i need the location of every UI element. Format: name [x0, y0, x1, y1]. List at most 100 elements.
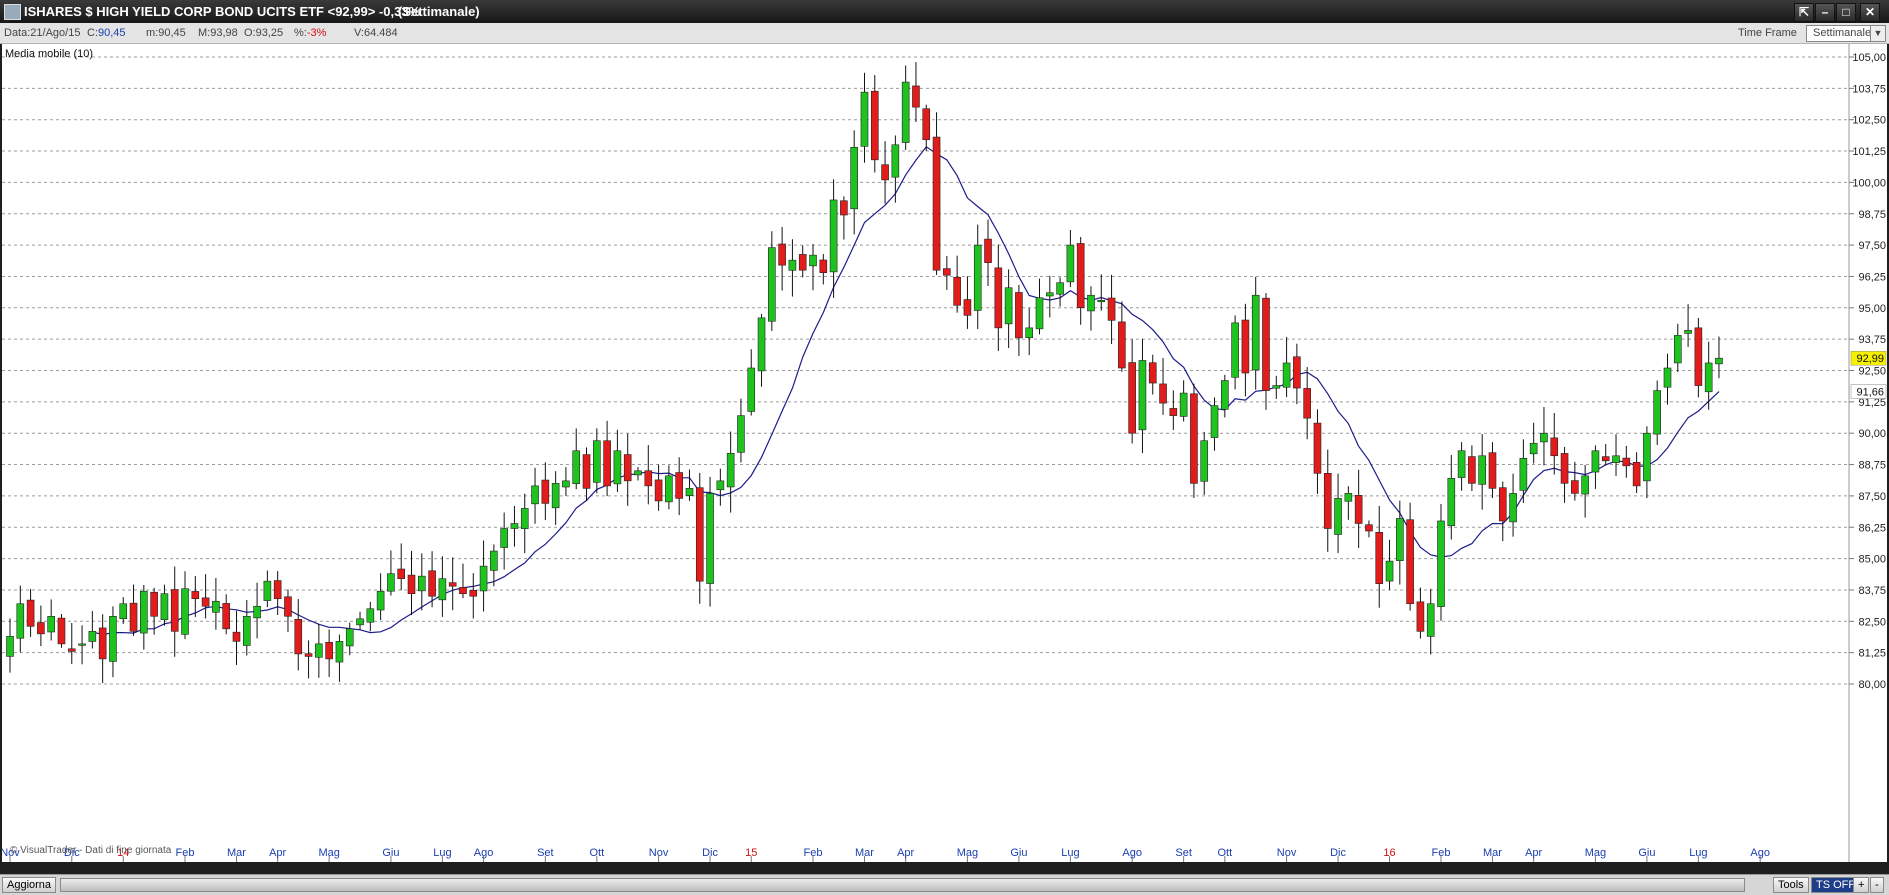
candle: [304, 640, 313, 679]
time-tick-label: Giu: [382, 847, 399, 859]
candle: [973, 224, 982, 330]
candle: [284, 589, 292, 632]
candle: [1025, 308, 1034, 356]
time-tick-label: Mag: [318, 847, 339, 859]
time-tick-label: Feb: [1432, 847, 1451, 859]
candle-body-down: [428, 570, 436, 597]
time-tick-label: 16: [1383, 847, 1395, 859]
candle-body-down: [1365, 524, 1373, 532]
candle-body-up: [1045, 292, 1054, 297]
window-timeframe: (Settimanale): [398, 4, 480, 19]
time-tick-label: Mar: [1483, 847, 1502, 859]
candle: [520, 493, 529, 554]
candle-body-up: [1087, 294, 1095, 312]
max-value: 93,98: [210, 27, 238, 39]
candle-body-down: [1293, 356, 1301, 389]
chevron-down-icon[interactable]: ▼: [1870, 26, 1885, 41]
candle-body-up: [1179, 392, 1188, 417]
candle-body-down: [675, 472, 683, 499]
price-tick-label: 85,00: [1858, 554, 1886, 566]
candle: [881, 141, 889, 204]
candle-body-down: [273, 580, 282, 600]
candle-body-up: [1035, 297, 1044, 330]
time-tick-label: Mag: [1585, 847, 1606, 859]
candle: [191, 576, 200, 618]
candle-body-up: [613, 450, 622, 485]
candle: [870, 75, 879, 173]
candle: [181, 571, 189, 640]
candle-body-up: [1509, 493, 1517, 523]
time-tick-label: Dic: [702, 847, 718, 859]
close-icon[interactable]: ✕: [1860, 3, 1880, 22]
zoom-in-button[interactable]: +: [1853, 877, 1870, 893]
tools-button[interactable]: Tools: [1773, 877, 1809, 893]
candle-body-down: [1128, 362, 1136, 434]
chart-area[interactable]: 80,00 81,25 82,50 83,75 85,00 86,25 87,50 88,75…: [2, 44, 1887, 862]
min-label: m:: [146, 27, 159, 39]
candle-body-down: [695, 487, 704, 582]
candle: [1529, 422, 1538, 464]
volume-label: V:: [354, 27, 364, 39]
candle: [201, 574, 210, 619]
candle: [860, 72, 869, 163]
maximize-icon[interactable]: □: [1836, 3, 1856, 22]
candle: [109, 606, 117, 678]
candle: [1138, 338, 1147, 454]
candle-body-down: [881, 164, 889, 181]
minimize-icon[interactable]: –: [1815, 3, 1835, 22]
scrollbar-thumb[interactable]: [61, 879, 1744, 891]
price-tick-label: 103,75: [1852, 83, 1886, 95]
candle-body-down: [191, 591, 200, 600]
pct-value: -3%: [306, 27, 327, 39]
candle: [912, 62, 920, 122]
candle: [654, 464, 663, 511]
candle: [407, 550, 416, 616]
candle: [943, 256, 951, 290]
candle-body-up: [551, 483, 560, 509]
time-tick-label: Giu: [1638, 847, 1655, 859]
watermark: © VisualTrader - Dati di fine giornata: [10, 845, 172, 856]
time-tick-label: Dic: [1330, 847, 1346, 859]
time-frame-select[interactable]: Settimanale ▼: [1806, 25, 1886, 42]
candle: [1385, 539, 1394, 590]
candle: [1087, 286, 1095, 331]
candle-body-down: [1571, 480, 1579, 494]
status-bar: Aggiorna Tools TS OFF + -: [0, 874, 1889, 895]
candle: [438, 556, 447, 617]
candle: [932, 112, 941, 275]
zoom-out-button[interactable]: -: [1870, 877, 1884, 893]
candle: [98, 614, 107, 684]
candle-body-up: [6, 636, 14, 657]
candle: [1200, 431, 1209, 495]
candle-body-up: [572, 450, 581, 484]
pin-icon[interactable]: ⇱: [1794, 3, 1814, 22]
candle: [1396, 500, 1404, 585]
candle-body-up: [16, 603, 25, 639]
candle-body-down: [1498, 487, 1507, 522]
candle-body-down: [304, 653, 313, 657]
time-frame-value: Settimanale: [1813, 27, 1872, 39]
candle: [1272, 375, 1281, 399]
candle-body-down: [1416, 601, 1425, 632]
candle: [325, 629, 333, 677]
refresh-button[interactable]: Aggiorna: [2, 877, 57, 893]
candle: [1663, 353, 1672, 405]
candle: [1684, 304, 1692, 347]
candle-body-up: [479, 565, 488, 592]
time-tick-label: Nov: [1277, 847, 1297, 859]
horizontal-scrollbar[interactable]: [60, 878, 1745, 892]
candle: [16, 585, 25, 653]
candle-body-down: [840, 200, 848, 216]
candle: [1437, 503, 1445, 621]
candle-body-up: [356, 618, 364, 626]
price-tick-label: 95,00: [1858, 303, 1886, 315]
price-tick-label: 92,50: [1858, 366, 1886, 378]
time-axis-labels: Nov Dic 14 Feb Mar Apr Mag Giu Lug Ago Set Ott Nov Di…: [2, 847, 1770, 862]
price-chart[interactable]: 80,00 81,25 82,50 83,75 85,00 86,25 87,50 88,75…: [2, 44, 1887, 862]
price-tick-label: 81,25: [1858, 648, 1886, 660]
candle-body-down: [222, 603, 230, 630]
candle-body-up: [1663, 367, 1672, 388]
volume-value: 64.484: [364, 27, 398, 39]
candle-body-down: [325, 641, 333, 660]
candle: [1519, 439, 1528, 503]
